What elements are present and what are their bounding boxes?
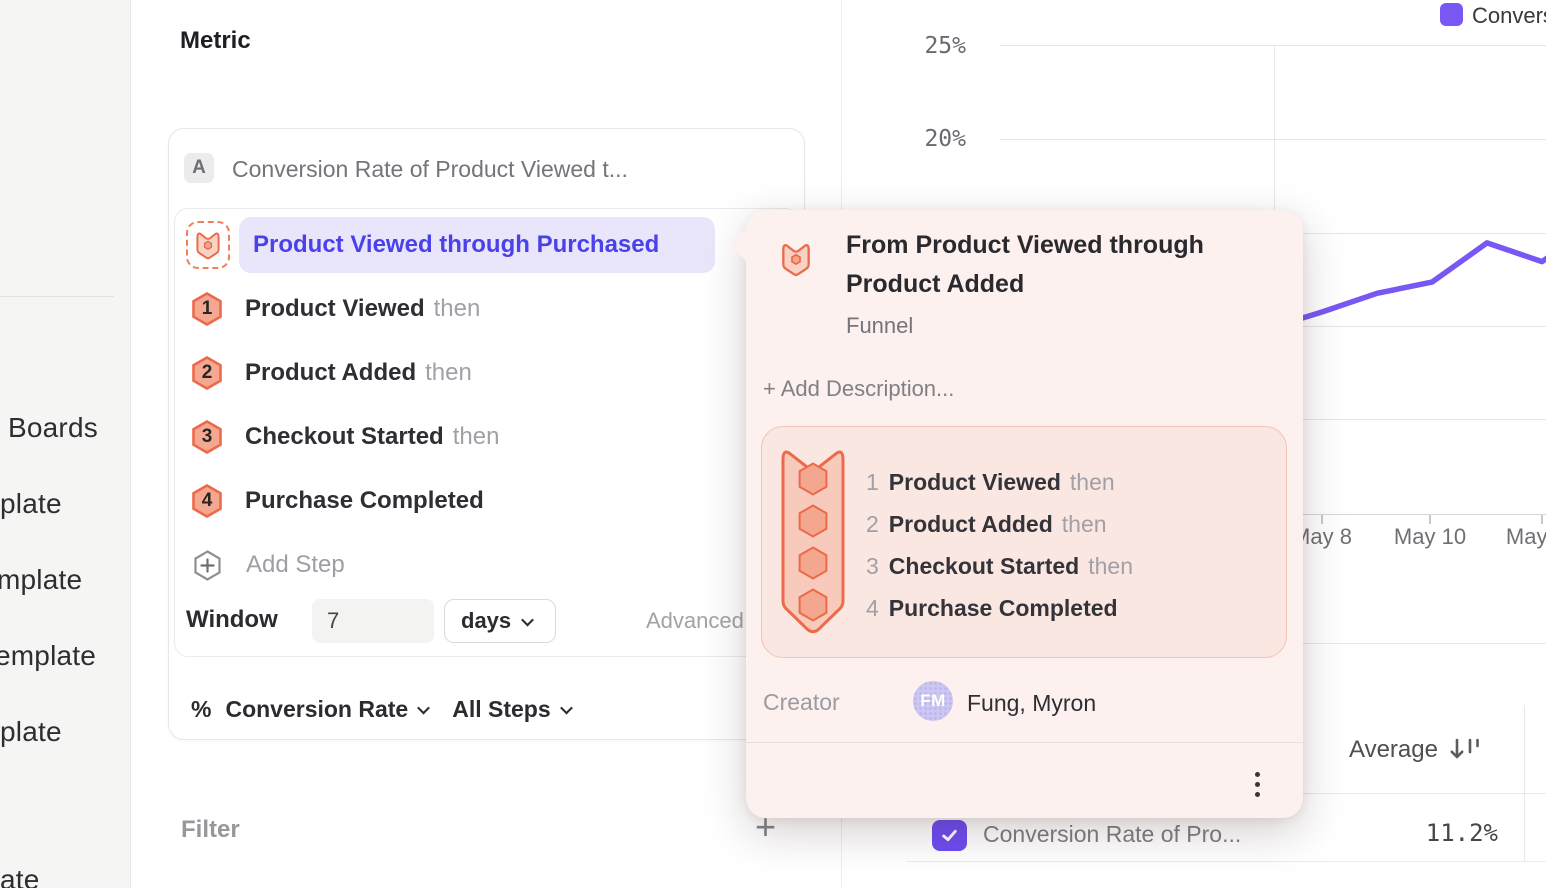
section-title-metric: Metric (180, 27, 251, 55)
series-title[interactable]: Conversion Rate of Product Viewed t... (232, 156, 628, 183)
advanced-link[interactable]: Advanced (646, 608, 744, 634)
funnel-details-popover: From Product Viewed through Product Adde… (746, 210, 1303, 818)
window-unit-value: days (461, 608, 511, 634)
measure-value: Conversion Rate (225, 696, 408, 723)
popover-steps-box: 1 Product Viewed then 2 Product Added th… (761, 426, 1287, 658)
steps-scope-dropdown[interactable]: All Steps (452, 696, 570, 723)
table-row-label[interactable]: Conversion Rate of Pro... (983, 821, 1241, 848)
table-column-divider (1524, 705, 1525, 861)
sidebar-item[interactable]: emplate (0, 640, 96, 672)
sidebar-divider (0, 296, 114, 297)
popover-steps-list: 1 Product Viewed then 2 Product Added th… (866, 461, 1133, 629)
funnel-icon[interactable] (186, 221, 230, 269)
sidebar-item[interactable]: mplate (0, 564, 82, 596)
percent-icon: % (191, 696, 211, 723)
table-row-border (906, 861, 1546, 862)
selected-funnel-pill[interactable]: Product Viewed through Purchased (239, 217, 715, 273)
sidebar-item[interactable]: plate (0, 488, 62, 520)
chevron-down-icon (417, 701, 430, 714)
sidebar: Boards plate mplate emplate plate ate (0, 0, 131, 888)
sidebar-item[interactable]: ate (0, 864, 40, 888)
average-column-header[interactable]: Average (1349, 736, 1482, 764)
funnel-step-row[interactable]: 2 Product Addedthen (191, 351, 782, 395)
step-number-badge: 3 (191, 419, 223, 455)
funnel-icon (778, 240, 814, 283)
funnel-glyph (193, 229, 223, 261)
measure-row: % Conversion Rate All Steps (191, 687, 571, 731)
add-step-hexagon-icon (193, 549, 222, 582)
popover-subtitle: Funnel (846, 313, 913, 339)
sort-descending-icon (1448, 737, 1482, 763)
more-options-kebab-icon[interactable] (1251, 768, 1264, 801)
funnel-step-row[interactable]: 1 Product Viewedthen (191, 287, 782, 331)
sidebar-item[interactable]: Boards (8, 412, 98, 444)
popover-title: From Product Viewed through Product Adde… (846, 226, 1266, 304)
metric-config-panel: Metric A Conversion Rate of Product View… (131, 0, 842, 888)
funnel-definition-box: Product Viewed through Purchased 1 Produ… (174, 208, 799, 657)
add-description-link[interactable]: + Add Description... (763, 376, 954, 402)
steps-scope-value: All Steps (452, 696, 550, 723)
funnel-step-row[interactable]: 3 Checkout Startedthen (191, 415, 782, 459)
creator-label: Creator (763, 689, 840, 716)
sidebar-item[interactable]: plate (0, 716, 62, 748)
check-icon (939, 825, 960, 846)
window-unit-select[interactable]: days (444, 599, 556, 643)
add-step-button[interactable]: Add Step (193, 543, 345, 587)
step-number-badge: 2 (191, 355, 223, 391)
popover-step-row: 3 Checkout Started then (866, 545, 1133, 587)
window-row: Window days Advanced (186, 599, 788, 643)
step-number-badge: 1 (191, 291, 223, 327)
measure-dropdown[interactable]: Conversion Rate (225, 696, 428, 723)
series-letter-badge: A (184, 153, 214, 183)
series-checkbox[interactable] (932, 820, 967, 851)
table-row-average-value: 11.2% (1322, 819, 1498, 847)
chevron-down-icon (521, 613, 534, 626)
filter-section-title: Filter (181, 816, 240, 844)
creator-name: Fung, Myron (967, 690, 1096, 717)
step-number-badge: 4 (191, 483, 223, 519)
popover-divider (746, 742, 1303, 743)
funnel-ribbon-icon (778, 444, 848, 646)
window-label: Window (186, 606, 278, 634)
metric-card: A Conversion Rate of Product Viewed t...… (168, 128, 805, 740)
add-step-label: Add Step (246, 551, 345, 579)
creator-avatar: FM (913, 681, 953, 721)
conversion-line (1267, 224, 1546, 329)
popover-step-row: 1 Product Viewed then (866, 461, 1133, 503)
chevron-down-icon (560, 701, 573, 714)
popover-step-row: 2 Product Added then (866, 503, 1133, 545)
popover-step-row: 4 Purchase Completed (866, 587, 1133, 629)
average-header-label: Average (1349, 736, 1438, 764)
funnel-step-row[interactable]: 4 Purchase Completed (191, 479, 782, 523)
window-value-input[interactable] (312, 599, 434, 643)
